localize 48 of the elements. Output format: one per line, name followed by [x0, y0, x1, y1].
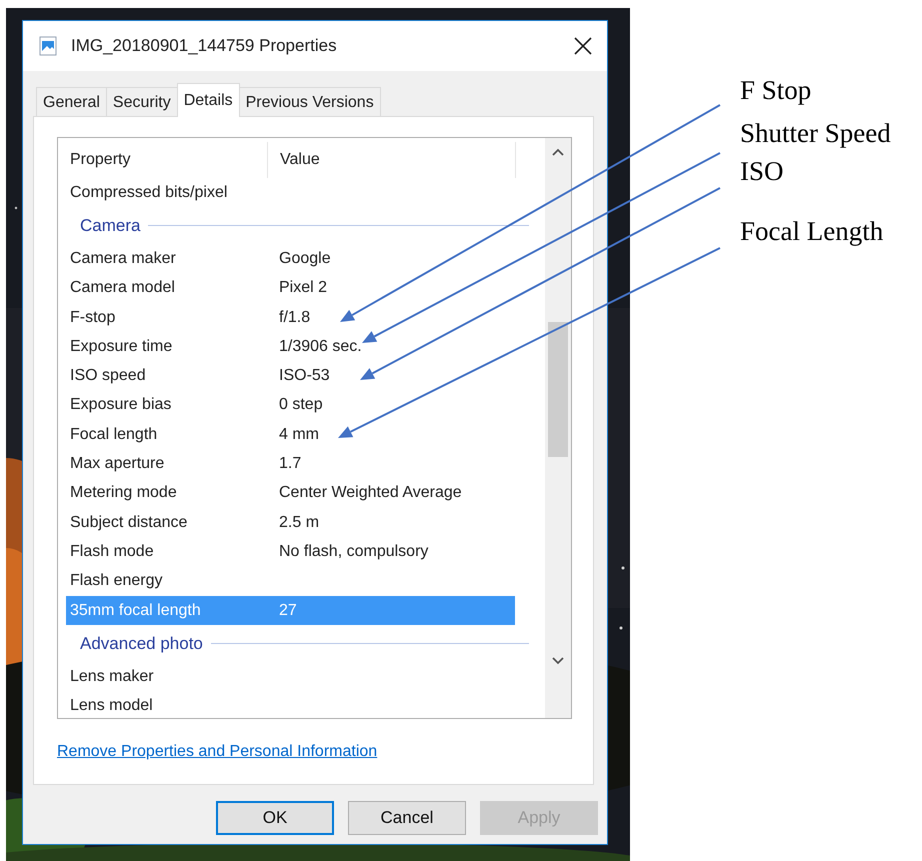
remove-properties-link[interactable]: Remove Properties and Personal Information	[57, 740, 378, 764]
property-name: Lens maker	[70, 666, 155, 687]
property-name: Flash energy	[70, 571, 164, 592]
property-value: f/1.8	[279, 308, 310, 328]
property-name: Focal length	[70, 424, 158, 445]
annotation-label: F Stop	[740, 74, 812, 106]
property-name: F-stop	[70, 308, 116, 328]
property-name: Metering mode	[70, 483, 178, 504]
property-value: No flash, compulsory	[279, 542, 428, 562]
scroll-down-icon[interactable]	[552, 657, 564, 665]
property-name: Lens model	[70, 696, 154, 716]
property-value: 1.7	[279, 454, 302, 474]
property-name: 35mm focal length	[70, 600, 202, 620]
property-name: Exposure bias	[70, 395, 172, 416]
property-value: Pixel 2	[279, 278, 328, 298]
scrollbar-thumb[interactable]	[548, 322, 568, 457]
property-value: 1/3906 sec.	[279, 336, 362, 357]
column-header[interactable]: Value	[268, 142, 516, 178]
column-header[interactable]: Property	[58, 142, 268, 178]
property-value: ISO-53	[279, 366, 330, 386]
property-name: Compressed bits/pixel	[70, 182, 228, 203]
group-header: Camera	[80, 215, 140, 238]
property-value: Google	[279, 248, 331, 269]
dialog-button[interactable]: Cancel	[348, 801, 466, 835]
annotation-label: Focal Length	[740, 215, 884, 247]
property-value: 4 mm	[279, 424, 319, 445]
annotation-label: Shutter Speed	[740, 117, 891, 149]
property-value: 27	[279, 600, 297, 620]
property-name: Flash mode	[70, 542, 155, 562]
tab[interactable]: Previous Versions	[238, 87, 381, 117]
property-name: Camera model	[70, 278, 176, 298]
scrollbar[interactable]	[545, 138, 571, 718]
property-name: Subject distance	[70, 512, 188, 533]
property-name: Exposure time	[70, 336, 174, 357]
property-name: ISO speed	[70, 366, 147, 386]
window-title: IMG_20180901_144759 Properties	[71, 35, 338, 58]
property-name: Camera maker	[70, 248, 177, 269]
scroll-up-icon[interactable]	[552, 148, 564, 156]
property-value: 2.5 m	[279, 512, 320, 533]
property-name: Max aperture	[70, 454, 166, 474]
tab[interactable]: General	[36, 87, 107, 117]
property-value: Center Weighted Average	[279, 483, 462, 504]
dialog-button[interactable]: OK	[216, 801, 334, 835]
tab[interactable]: Details	[176, 83, 240, 117]
group-header: Advanced photo	[80, 632, 203, 655]
image-file-icon	[39, 36, 57, 56]
annotation-label: ISO	[740, 155, 784, 187]
property-value: 0 step	[279, 395, 323, 416]
